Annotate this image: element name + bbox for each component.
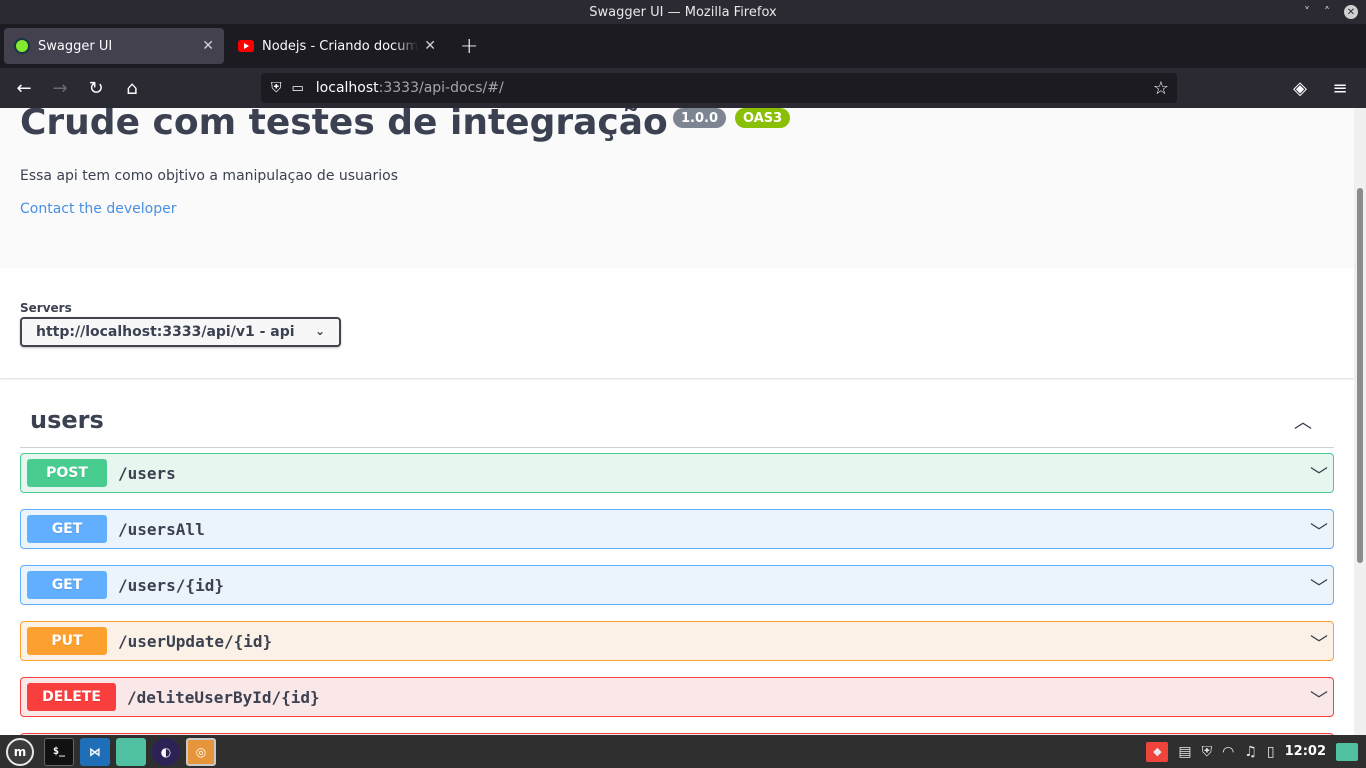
navigation-toolbar: ← → ↻ ⌂ ⛨ ▭ localhost:3333/api-docs/#/ ☆… — [0, 68, 1366, 108]
operation-get-users-id[interactable]: GET /users/{id} ﹀ — [20, 565, 1334, 605]
tab-strip: Swagger UI ✕ Nodejs - Criando document ✕… — [0, 24, 1366, 68]
tab-label: Nodejs - Criando document — [262, 38, 419, 54]
swagger-favicon-icon — [14, 38, 30, 54]
chevron-down-icon[interactable]: ﹀ — [1310, 518, 1328, 544]
firefox-icon[interactable]: ◎ — [186, 737, 216, 766]
eclipse-icon[interactable]: ◐ — [152, 737, 180, 766]
bookmark-star-icon[interactable]: ☆ — [1153, 78, 1169, 99]
back-button[interactable]: ← — [6, 72, 42, 104]
tab-close-icon[interactable]: ✕ — [424, 38, 436, 54]
operation-path: /deliteUserById/{id} — [127, 687, 320, 707]
shield-tray-icon[interactable]: ⛨ — [1202, 744, 1213, 760]
method-badge: DELETE — [27, 683, 116, 711]
show-desktop-icon[interactable] — [1336, 742, 1358, 761]
battery-icon[interactable]: ▯ — [1267, 744, 1275, 760]
clock[interactable]: 12:02 — [1285, 744, 1326, 759]
page-content: Crude com testes de integração 1.0.0 OAS… — [0, 108, 1354, 735]
new-tab-button[interactable]: + — [460, 34, 478, 59]
servers-selected-value: http://localhost:3333/api/v1 - api — [36, 324, 295, 340]
oas-badge: OAS3 — [735, 108, 791, 128]
restore-icon[interactable]: ˄ — [1324, 5, 1330, 19]
window-controls: ˅ ˄ ✕ — [1304, 0, 1358, 24]
home-button[interactable]: ⌂ — [114, 72, 150, 104]
servers-section: Servers http://localhost:3333/api/v1 - a… — [0, 268, 1354, 378]
forward-button[interactable]: → — [42, 72, 78, 104]
chevron-down-icon[interactable]: ﹀ — [1310, 630, 1328, 656]
toolbar-right: ◈ ≡ — [1282, 72, 1358, 104]
shield-icon[interactable]: ⛨ — [271, 80, 282, 96]
chevron-down-icon[interactable]: ﹀ — [1310, 462, 1328, 488]
system-tray: ◆ ▤ ⛨ ◠ ♫ ▯ 12:02 — [1146, 735, 1366, 768]
clipboard-icon[interactable]: ▤ — [1178, 744, 1191, 760]
tag-section-users: users ︿ POST /users ﹀ GET /usersAll ﹀ GE… — [20, 398, 1334, 735]
url-bar[interactable]: ⛨ ▭ localhost:3333/api-docs/#/ ☆ — [261, 73, 1177, 103]
operation-path: /usersAll — [118, 519, 205, 539]
youtube-favicon-icon — [238, 40, 254, 52]
chevron-down-icon[interactable]: ﹀ — [1310, 574, 1328, 600]
operation-delete-user[interactable]: DELETE /deliteUserById/{id} ﹀ — [20, 677, 1334, 717]
music-icon[interactable]: ♫ — [1244, 744, 1257, 760]
chevron-up-icon[interactable]: ︿ — [1294, 408, 1312, 434]
tab-youtube[interactable]: Nodejs - Criando document ✕ — [228, 28, 446, 64]
tag-header[interactable]: users ︿ — [20, 398, 1334, 448]
app-menu-icon[interactable]: ≡ — [1322, 72, 1358, 104]
pocket-icon[interactable]: ◈ — [1282, 72, 1318, 104]
servers-select[interactable]: http://localhost:3333/api/v1 - api ⌄ — [20, 317, 341, 347]
window-title: Swagger UI — Mozilla Firefox — [589, 4, 777, 20]
mint-menu-icon[interactable]: m — [6, 737, 34, 766]
chevron-down-icon[interactable]: ﹀ — [1310, 686, 1328, 712]
files-icon[interactable] — [116, 737, 146, 766]
chevron-down-icon: ⌄ — [314, 324, 325, 338]
operation-path: /users — [118, 463, 176, 483]
tag-name: users — [30, 406, 104, 434]
api-description: Essa api tem como objtivo a manipulaçao … — [20, 168, 398, 184]
api-title: Crude com testes de integração — [20, 108, 668, 143]
method-badge: POST — [27, 459, 107, 487]
url-host: localhost — [315, 80, 379, 96]
tab-label: Swagger UI — [38, 38, 113, 54]
version-badge: 1.0.0 — [673, 108, 727, 128]
method-badge: GET — [27, 515, 107, 543]
vscode-icon[interactable]: ⋈ — [80, 737, 110, 766]
taskbar: m $_ ⋈ ◐ ◎ ◆ ▤ ⛨ ◠ ♫ ▯ 12:02 — [0, 735, 1366, 768]
method-badge: PUT — [27, 627, 107, 655]
servers-label: Servers — [20, 301, 72, 315]
operation-path: /users/{id} — [118, 575, 224, 595]
tab-close-icon[interactable]: ✕ — [202, 38, 214, 54]
window-close-icon[interactable]: ✕ — [1344, 5, 1358, 19]
page-icon[interactable]: ▭ — [292, 81, 304, 96]
window-titlebar: Swagger UI — Mozilla Firefox ˅ ˄ ✕ — [0, 0, 1366, 24]
operation-get-usersall[interactable]: GET /usersAll ﹀ — [20, 509, 1334, 549]
anydesk-icon[interactable]: ◆ — [1146, 741, 1169, 762]
method-badge: GET — [27, 571, 107, 599]
reload-button[interactable]: ↻ — [78, 72, 114, 104]
api-info: Crude com testes de integração 1.0.0 OAS… — [0, 108, 1354, 268]
page-scrollbar[interactable] — [1354, 108, 1366, 735]
contact-developer-link[interactable]: Contact the developer — [20, 201, 176, 217]
operation-post-users[interactable]: POST /users ﹀ — [20, 453, 1334, 493]
operation-put-userupdate[interactable]: PUT /userUpdate/{id} ﹀ — [20, 621, 1334, 661]
tab-swagger-ui[interactable]: Swagger UI ✕ — [4, 28, 224, 64]
scrollbar-thumb[interactable] — [1357, 188, 1363, 563]
wifi-icon[interactable]: ◠ — [1222, 744, 1234, 760]
terminal-icon[interactable]: $_ — [44, 737, 74, 766]
operation-path: /userUpdate/{id} — [118, 631, 273, 651]
minimize-icon[interactable]: ˅ — [1304, 5, 1310, 19]
url-path: :3333/api-docs/#/ — [378, 80, 504, 96]
